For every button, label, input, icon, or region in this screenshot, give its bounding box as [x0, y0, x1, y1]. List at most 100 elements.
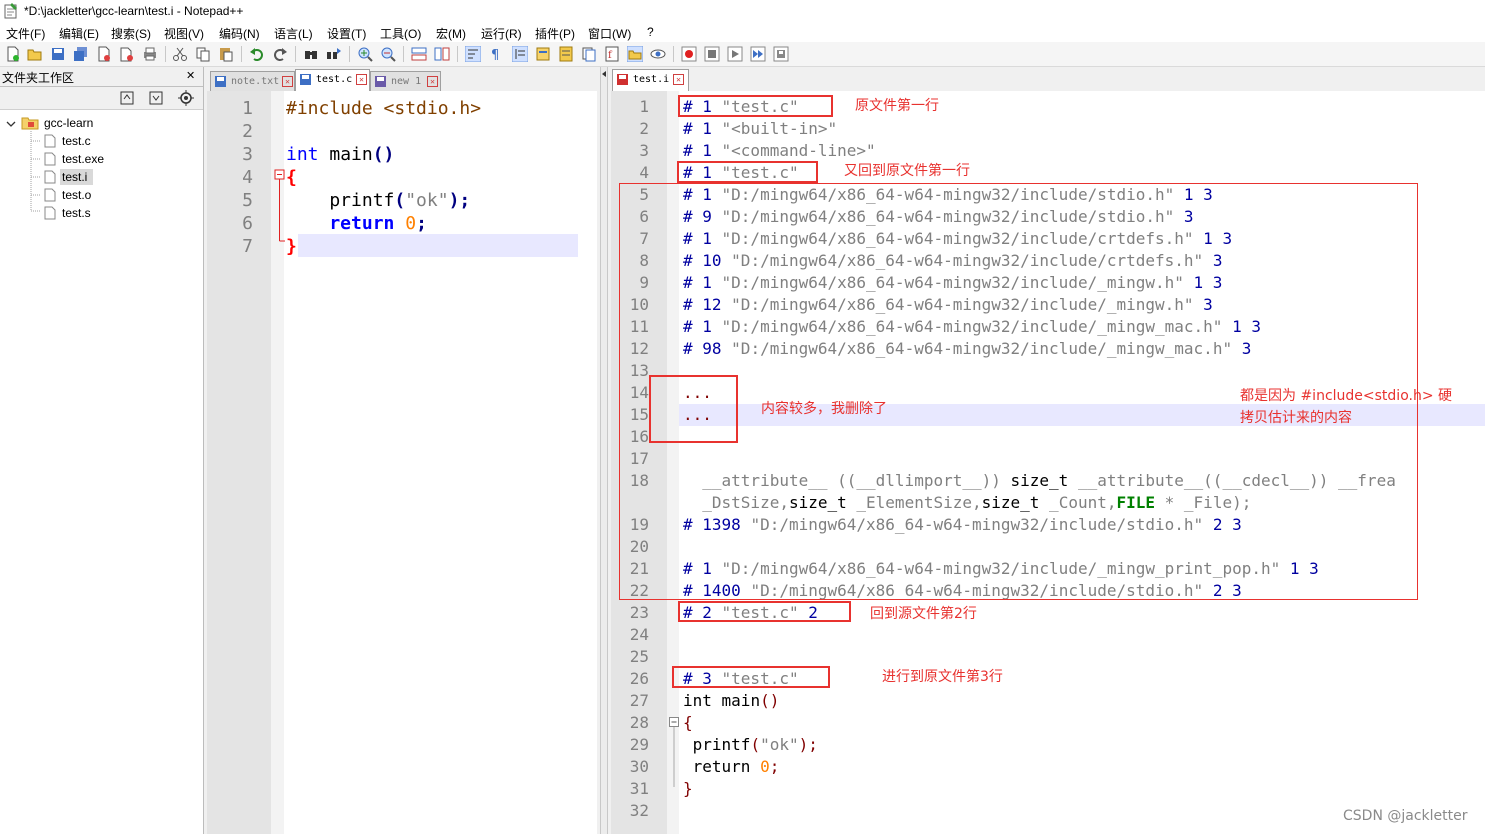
menu-macro[interactable]: 宏(M): [436, 25, 466, 42]
doc-map-icon[interactable]: [558, 46, 574, 62]
open-file-icon[interactable]: [27, 46, 43, 62]
toolbar-separator: [457, 46, 458, 62]
menu-language[interactable]: 语言(L): [274, 25, 313, 42]
window-title: *D:\jackletter\gcc-learn\test.i - Notepa…: [24, 4, 244, 18]
unsaved-file-icon: [617, 74, 628, 85]
tree-item-file[interactable]: test.c: [62, 134, 91, 148]
indent-guide-icon[interactable]: [512, 46, 528, 62]
toolbar-separator: [295, 46, 296, 62]
macro-stop-icon[interactable]: [704, 46, 720, 62]
paste-icon[interactable]: [218, 46, 234, 62]
function-list-icon[interactable]: f: [604, 46, 620, 62]
word-wrap-icon[interactable]: [465, 46, 481, 62]
folder-workspace-icon[interactable]: [627, 46, 643, 62]
tree-item-file[interactable]: test.s: [62, 206, 91, 220]
sync-horizontal-icon[interactable]: [434, 46, 450, 62]
annotation-text: 进行到原文件第3行: [882, 669, 1003, 685]
tree-item-file-selected[interactable]: test.i: [62, 170, 87, 184]
collapse-all-icon[interactable]: [148, 90, 164, 106]
print-icon[interactable]: [142, 46, 158, 62]
menu-view[interactable]: 视图(V): [164, 25, 204, 42]
file-icon: [44, 152, 56, 166]
panel-title: 文件夹工作区: [2, 71, 75, 85]
close-file-icon[interactable]: [96, 46, 112, 62]
menu-plugins[interactable]: 插件(P): [535, 25, 575, 42]
menu-help[interactable]: ?: [647, 25, 654, 39]
toolbar-separator: [349, 46, 350, 62]
folder-icon: [21, 117, 39, 130]
toolbar-separator: [241, 46, 242, 62]
fold-marker-icon[interactable]: [669, 717, 679, 797]
tree-item-file[interactable]: test.o: [62, 188, 91, 202]
macro-record-icon[interactable]: [681, 46, 697, 62]
find-icon[interactable]: [303, 46, 319, 62]
svg-text:¶: ¶: [491, 48, 499, 62]
replace-icon[interactable]: [326, 46, 342, 62]
menu-edit[interactable]: 编辑(E): [59, 25, 99, 42]
close-all-icon[interactable]: [119, 46, 135, 62]
file-icon: [44, 134, 56, 148]
annotation-text: 拷贝估计来的内容: [1240, 410, 1352, 426]
tab-close-icon[interactable]: ✕: [427, 76, 438, 87]
panel-close-icon[interactable]: ✕: [186, 69, 195, 82]
locate-current-file-icon[interactable]: [178, 90, 194, 106]
tree-item-file[interactable]: test.exe: [62, 152, 104, 166]
zoom-in-icon[interactable]: [357, 46, 373, 62]
left-editor-view: note.txt ✕ test.c ✕ new 1 ✕ 1234567 #inc…: [204, 67, 600, 834]
annotation-box-deleted: [649, 375, 738, 443]
tab-close-icon[interactable]: ✕: [673, 74, 684, 85]
annotation-text: 又回到原文件第一行: [844, 163, 970, 179]
menu-search[interactable]: 搜索(S): [111, 25, 151, 42]
user-define-lang-icon[interactable]: [535, 46, 551, 62]
menu-run[interactable]: 运行(R): [481, 25, 522, 42]
view-splitter[interactable]: [600, 67, 608, 834]
macro-run-multiple-icon[interactable]: [750, 46, 766, 62]
saved-file-icon: [300, 74, 311, 85]
sync-vertical-icon[interactable]: [411, 46, 427, 62]
annotation-text: 回到源文件第2行: [870, 606, 977, 622]
left-editor-area[interactable]: 1234567 #include <stdio.h> int main(){ p…: [207, 91, 597, 834]
menu-encoding[interactable]: 编码(N): [219, 25, 260, 42]
annotation-box-line4: [677, 161, 818, 183]
undo-icon[interactable]: [249, 46, 265, 62]
folder-workspace-panel: 文件夹工作区 ✕ gcc-learn test.c test.exe test.…: [0, 67, 204, 834]
fold-marker-icon[interactable]: [274, 169, 286, 249]
left-tab-bar: note.txt ✕ test.c ✕ new 1 ✕: [204, 67, 600, 92]
redo-icon[interactable]: [272, 46, 288, 62]
show-all-chars-icon[interactable]: ¶: [488, 46, 504, 62]
line-numbers: 1234567: [242, 98, 253, 257]
expand-all-icon[interactable]: [119, 90, 135, 106]
cut-icon[interactable]: [172, 46, 188, 62]
copy-icon[interactable]: [195, 46, 211, 62]
chevron-down-icon[interactable]: [6, 119, 16, 129]
notepad-app-icon: [4, 3, 17, 19]
tab-close-icon[interactable]: ✕: [282, 76, 293, 87]
toolbar-separator: [403, 46, 404, 62]
menu-bar: 文件(F) 编辑(E) 搜索(S) 视图(V) 编码(N) 语言(L) 设置(T…: [0, 22, 1485, 42]
file-icon: [44, 188, 56, 202]
tab-close-icon[interactable]: ✕: [356, 74, 367, 85]
zoom-out-icon[interactable]: [380, 46, 396, 62]
menu-window[interactable]: 窗口(W): [588, 25, 631, 42]
menu-tools[interactable]: 工具(O): [380, 25, 421, 42]
file-icon: [44, 206, 56, 220]
doc-list-icon[interactable]: [581, 46, 597, 62]
annotation-text: 原文件第一行: [855, 98, 939, 114]
new-file-icon[interactable]: [5, 46, 21, 62]
tab-test-i[interactable]: test.i ✕: [612, 69, 689, 92]
tree-root-folder[interactable]: gcc-learn: [44, 116, 93, 130]
macro-save-icon[interactable]: [773, 46, 789, 62]
tab-test-c[interactable]: test.c ✕: [295, 69, 370, 92]
macro-play-icon[interactable]: [727, 46, 743, 62]
menu-settings[interactable]: 设置(T): [327, 25, 366, 42]
monitoring-icon[interactable]: [650, 46, 666, 62]
save-all-icon[interactable]: [73, 46, 89, 62]
saved-file-icon: [375, 76, 386, 87]
saved-file-icon: [215, 76, 226, 87]
tab-note-txt[interactable]: note.txt ✕: [210, 71, 295, 91]
tree-lines: [30, 131, 41, 212]
save-icon[interactable]: [50, 46, 66, 62]
menu-file[interactable]: 文件(F): [6, 25, 45, 42]
panel-header: 文件夹工作区 ✕: [0, 67, 203, 87]
tab-new-1[interactable]: new 1 ✕: [370, 71, 441, 91]
